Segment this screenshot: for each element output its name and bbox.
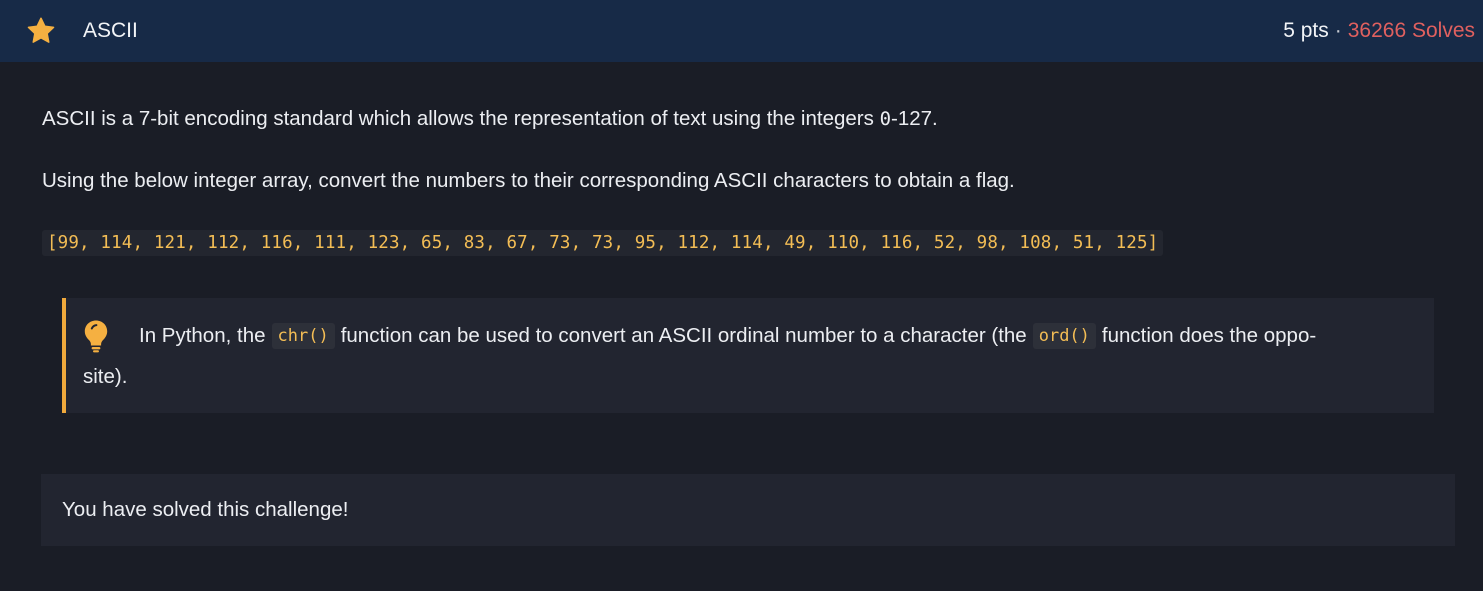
points-label: 5 pts: [1283, 19, 1329, 42]
hint-text-before: In Python, the: [139, 324, 266, 347]
header-left: ASCII: [26, 16, 138, 46]
chr-function-code: chr(): [271, 323, 335, 349]
description-paragraph-1: ASCII is a 7-bit encoding standard which…: [42, 62, 1455, 133]
p1-text-before: ASCII is a 7-bit encoding standard which…: [42, 107, 880, 130]
lightbulb-icon: [83, 319, 109, 353]
star-icon: [26, 16, 56, 46]
solved-status-banner: You have solved this challenge!: [41, 474, 1455, 546]
hint-line-1: In Python, the chr() function can be use…: [83, 318, 1414, 354]
hint-text-middle: function can be used to convert an ASCII…: [340, 324, 1027, 347]
challenge-header[interactable]: ASCII 5 pts · 36266 Solves: [0, 0, 1483, 62]
integer-array-code: [99, 114, 121, 112, 116, 111, 123, 65, 8…: [42, 230, 1164, 256]
p1-inline-code: 0: [879, 108, 892, 130]
challenge-page: ASCII 5 pts · 36266 Solves ASCII is a 7-bi…: [0, 0, 1483, 591]
challenge-description: ASCII is a 7-bit encoding standard which…: [0, 62, 1483, 413]
stats-separator: ·: [1334, 19, 1342, 42]
description-paragraph-2: Using the below integer array, convert t…: [42, 169, 1015, 192]
solved-message: You have solved this challenge!: [62, 498, 349, 521]
hint-box: In Python, the chr() function can be use…: [62, 298, 1434, 413]
ord-function-code: ord(): [1032, 323, 1096, 349]
p1-text-after: -127.: [891, 107, 938, 130]
challenge-title: ASCII: [83, 19, 138, 42]
solves-count: 36266 Solves: [1347, 19, 1475, 42]
hint-text-after: function does the oppo-: [1101, 324, 1317, 347]
challenge-stats: 5 pts · 36266 Solves: [1283, 19, 1475, 43]
hint-line-2: site).: [83, 365, 128, 388]
